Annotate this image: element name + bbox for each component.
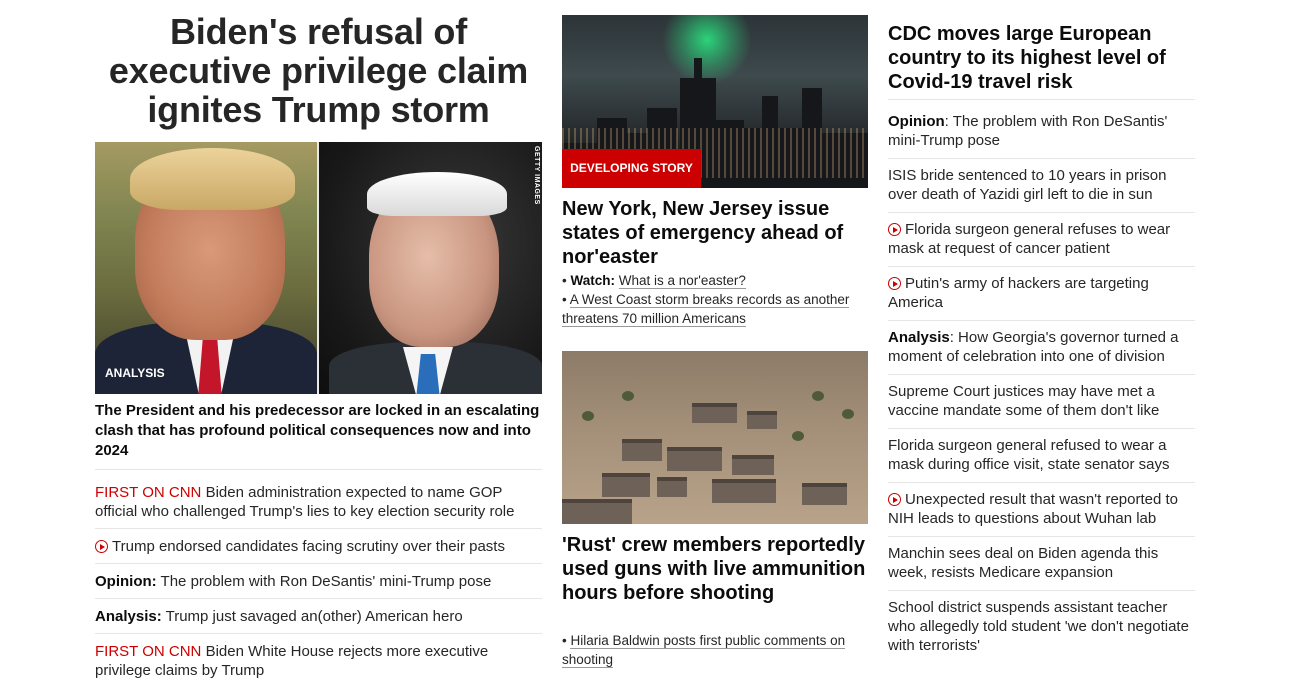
watch-label: Watch: <box>570 273 615 288</box>
list-item[interactable]: Opinion: The problem with Ron DeSantis' … <box>888 105 1195 159</box>
first-on-cnn-label: FIRST ON CNN <box>95 484 202 501</box>
list-item[interactable]: • A West Coast storm breaks records as a… <box>562 290 868 328</box>
opinion-label: Opinion <box>888 113 945 130</box>
story-text: Manchin sees deal on Biden agenda this w… <box>888 545 1159 581</box>
lead-headline[interactable]: Biden's refusal of executive privilege c… <box>95 12 542 130</box>
trump-photo <box>95 142 317 394</box>
story-text: School district suspends assistant teach… <box>888 599 1189 654</box>
right-story-list: Opinion: The problem with Ron DeSantis' … <box>888 105 1195 663</box>
link-text: Hilaria Baldwin posts first public comme… <box>562 633 846 668</box>
lead-story-list: FIRST ON CNN Biden administration expect… <box>95 475 542 687</box>
story-text: Unexpected result that wasn't reported t… <box>888 491 1179 527</box>
rust-related-links: • Hilaria Baldwin posts first public com… <box>562 631 868 669</box>
analysis-prefix: Analysis: <box>95 608 162 625</box>
list-item[interactable]: FIRST ON CNN Biden White House rejects m… <box>95 634 542 687</box>
play-circle-icon <box>888 223 901 236</box>
list-item[interactable]: School district suspends assistant teach… <box>888 591 1195 663</box>
story-text: ISIS bride sentenced to 10 years in pris… <box>888 167 1167 203</box>
list-item[interactable]: Supreme Court justices may have met a va… <box>888 375 1195 429</box>
nyc-skyline-image[interactable]: DEVELOPING STORY <box>562 15 868 188</box>
first-on-cnn-label: FIRST ON CNN <box>95 643 202 660</box>
list-item[interactable]: ISIS bride sentenced to 10 years in pris… <box>888 159 1195 213</box>
list-item[interactable]: Florida surgeon general refused to wear … <box>888 429 1195 483</box>
right-column: CDC moves large European country to its … <box>888 22 1195 663</box>
rust-set-image[interactable] <box>562 351 868 524</box>
lead-column: Biden's refusal of executive privilege c… <box>95 12 542 679</box>
list-item[interactable]: Trump endorsed candidates facing scrutin… <box>95 529 542 564</box>
developing-story-badge: DEVELOPING STORY <box>562 149 701 188</box>
list-item[interactable]: Analysis: How Georgia's governor turned … <box>888 321 1195 375</box>
list-item[interactable]: Analysis: Trump just savaged an(other) A… <box>95 599 542 634</box>
list-item[interactable]: Opinion: The problem with Ron DeSantis' … <box>95 564 542 599</box>
list-item[interactable]: • Watch: What is a nor'easter? <box>562 271 868 290</box>
biden-photo <box>319 142 542 394</box>
list-item[interactable]: Florida surgeon general refuses to wear … <box>888 213 1195 267</box>
story-text: The problem with Ron DeSantis' mini-Trum… <box>156 573 492 590</box>
lead-image[interactable]: GETTY IMAGES ANALYSIS <box>95 142 542 394</box>
story-text: Trump just savaged an(other) American he… <box>161 608 463 625</box>
list-item[interactable]: • Hilaria Baldwin posts first public com… <box>562 631 868 669</box>
image-credit: GETTY IMAGES <box>533 146 540 205</box>
story-text: Florida surgeon general refuses to wear … <box>888 221 1171 257</box>
list-item[interactable]: Putin's army of hackers are targeting Am… <box>888 267 1195 321</box>
list-item[interactable]: Manchin sees deal on Biden agenda this w… <box>888 537 1195 591</box>
story-text: Trump endorsed candidates facing scrutin… <box>112 538 505 555</box>
story-text: Florida surgeon general refused to wear … <box>888 437 1170 473</box>
analysis-label: ANALYSIS <box>105 366 165 380</box>
link-text: What is a nor'easter? <box>618 273 746 289</box>
link-text: A West Coast storm breaks records as ano… <box>562 292 850 327</box>
noreaster-related-links: • Watch: What is a nor'easter? • A West … <box>562 271 868 328</box>
rust-headline[interactable]: 'Rust' crew members reportedly used guns… <box>562 533 868 605</box>
story-text: Putin's army of hackers are targeting Am… <box>888 275 1149 311</box>
play-circle-icon <box>95 540 108 553</box>
analysis-prefix: Analysis <box>888 329 950 346</box>
cdc-headline[interactable]: CDC moves large European country to its … <box>888 22 1195 100</box>
play-circle-icon <box>888 277 901 290</box>
list-item[interactable]: Unexpected result that wasn't reported t… <box>888 483 1195 537</box>
list-item[interactable]: FIRST ON CNN Biden administration expect… <box>95 475 542 529</box>
story-text: Supreme Court justices may have met a va… <box>888 383 1160 419</box>
noreaster-headline[interactable]: New York, New Jersey issue states of eme… <box>562 197 868 269</box>
lead-summary[interactable]: The President and his predecessor are lo… <box>95 401 542 470</box>
opinion-label: Opinion: <box>95 573 157 590</box>
play-circle-icon <box>888 493 901 506</box>
